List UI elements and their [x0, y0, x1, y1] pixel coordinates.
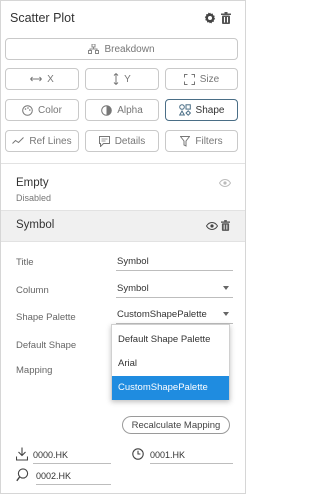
- funnel-icon: [180, 135, 191, 147]
- panel-header: Scatter Plot: [1, 1, 245, 33]
- palette-icon: [22, 104, 33, 116]
- shape-palette-dropdown: Default Shape Palette Arial CustomShapeP…: [111, 324, 230, 400]
- clock-icon: [132, 448, 144, 460]
- mapping-value: 0001.HK: [150, 450, 186, 460]
- shape-button[interactable]: Shape: [165, 99, 238, 121]
- opacity-icon: [101, 104, 113, 116]
- comment-icon: [98, 135, 110, 147]
- shape-item-symbol[interactable]: Symbol: [1, 210, 245, 242]
- item-name: Symbol: [16, 219, 55, 231]
- trash-icon[interactable]: [221, 12, 233, 24]
- mapping-value: 0000.HK: [33, 450, 69, 460]
- title-value: Symbol: [117, 256, 149, 267]
- trend-line-icon: [12, 137, 25, 144]
- mapping-underline: [33, 463, 111, 464]
- horizontal-arrows-icon: [30, 76, 43, 82]
- dropdown-option[interactable]: Default Shape Palette: [112, 328, 229, 352]
- trash-icon[interactable]: [221, 220, 230, 234]
- vertical-arrows-icon: [113, 73, 119, 85]
- shape-palette-select[interactable]: CustomShapePalette: [116, 308, 233, 324]
- mapping-underline: [36, 484, 111, 485]
- shape-palette-label: Shape Palette: [16, 312, 76, 323]
- mapping-value: 0002.HK: [36, 471, 72, 481]
- x-button[interactable]: X: [5, 68, 79, 90]
- color-button[interactable]: Color: [5, 99, 79, 121]
- panel-title: Scatter Plot: [10, 11, 75, 25]
- x-label: X: [47, 73, 54, 85]
- size-button[interactable]: Size: [165, 68, 238, 90]
- alpha-button[interactable]: Alpha: [85, 99, 159, 121]
- column-select[interactable]: Symbol: [116, 282, 233, 298]
- column-label: Column: [16, 285, 49, 296]
- mapping-label: Mapping: [16, 365, 53, 376]
- shape-label: Shape: [195, 104, 225, 116]
- color-label: Color: [38, 104, 62, 116]
- dropdown-option-selected[interactable]: CustomShapePalette: [112, 376, 229, 400]
- details-button[interactable]: Details: [85, 130, 159, 152]
- download-arrow-icon: [16, 447, 28, 461]
- title-input[interactable]: Symbol: [116, 255, 233, 271]
- title-label: Title: [16, 257, 34, 268]
- details-label: Details: [114, 135, 146, 147]
- scatter-plot-settings-panel: Scatter Plot Breakdown X Y Size Color Al…: [0, 0, 246, 494]
- default-shape-label: Default Shape: [16, 340, 77, 351]
- item-status: Disabled: [16, 193, 52, 203]
- filters-label: Filters: [195, 135, 223, 147]
- chevron-down-icon: [223, 286, 229, 290]
- hierarchy-icon: [88, 44, 100, 54]
- ref-lines-label: Ref Lines: [29, 135, 72, 147]
- recalculate-mapping-button[interactable]: Recalculate Mapping: [122, 416, 230, 434]
- filters-button[interactable]: Filters: [165, 130, 238, 152]
- eye-icon[interactable]: [205, 221, 219, 233]
- size-label: Size: [199, 73, 220, 85]
- mapping-underline: [150, 463, 233, 464]
- item-name: Empty: [16, 177, 49, 189]
- gear-icon[interactable]: [204, 12, 216, 24]
- y-label: Y: [124, 73, 131, 85]
- expand-corners-icon: [183, 73, 195, 85]
- shapes-icon: [178, 104, 191, 116]
- alpha-label: Alpha: [117, 104, 143, 116]
- chevron-down-icon: [223, 312, 229, 316]
- mapping-row[interactable]: 0001.HK: [132, 447, 233, 465]
- eye-icon[interactable]: [218, 178, 232, 190]
- breakdown-label: Breakdown: [104, 43, 155, 55]
- y-button[interactable]: Y: [85, 68, 159, 90]
- recalculate-label: Recalculate Mapping: [131, 419, 221, 431]
- column-value: Symbol: [117, 283, 149, 294]
- mapping-row[interactable]: 0002.HK: [16, 468, 111, 486]
- breakdown-button[interactable]: Breakdown: [5, 38, 238, 60]
- ref-lines-button[interactable]: Ref Lines: [5, 130, 79, 152]
- section-divider: [1, 163, 245, 164]
- shape-item-empty[interactable]: Empty Disabled: [1, 171, 245, 209]
- shape-palette-value: CustomShapePalette: [117, 309, 207, 320]
- dropdown-option[interactable]: Arial: [112, 352, 229, 376]
- mapping-row[interactable]: 0000.HK: [16, 447, 111, 465]
- magnifier-icon: [16, 468, 29, 482]
